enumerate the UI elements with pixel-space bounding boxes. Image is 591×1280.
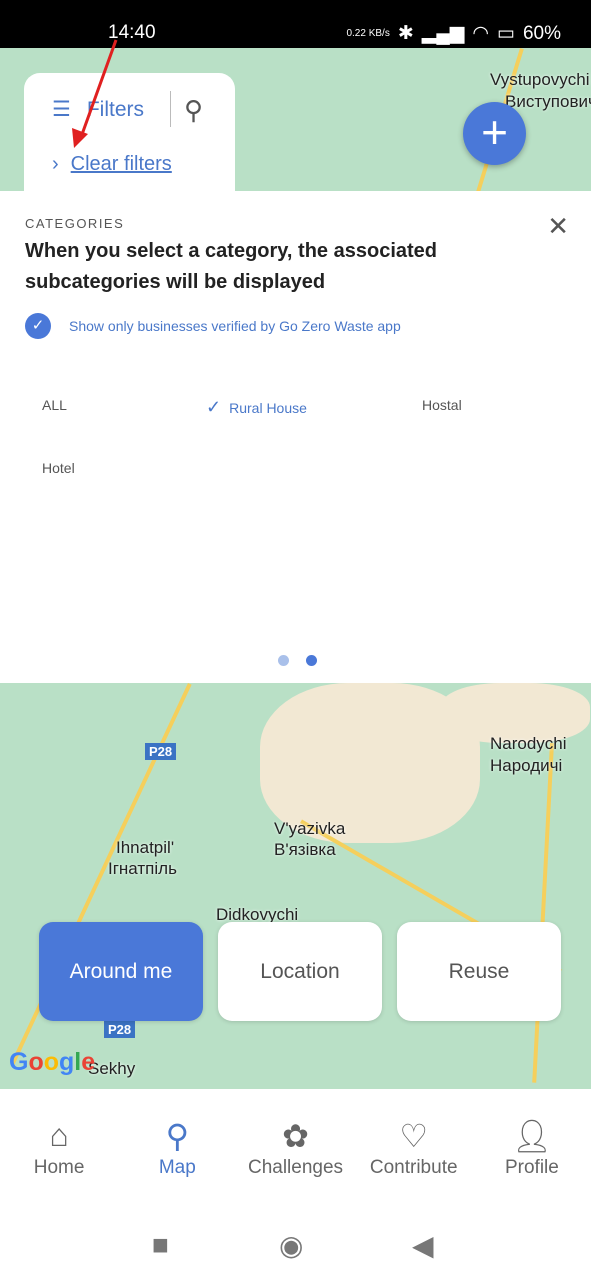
category-all[interactable]: ALL [42, 397, 67, 413]
bottom-nav: ⌂ Home ⚲ Map ✿ Challenges ♡ Contribute 👤︎ Pro… [0, 1089, 591, 1209]
google-logo: Google [9, 1048, 96, 1076]
map-label: Ігнатпіль [108, 859, 177, 878]
nav-contribute[interactable]: ♡ Contribute [355, 1089, 473, 1209]
location-button[interactable]: Location [218, 922, 382, 1021]
category-rural-house[interactable]: ✓ Rural House [206, 397, 307, 418]
badge-icon: ✿ [282, 1118, 309, 1154]
road-shield: P28 [104, 1021, 136, 1038]
panel-title: When you select a category, the associat… [25, 240, 437, 293]
nav-challenges[interactable]: ✿ Challenges [236, 1089, 354, 1209]
nav-label: Home [33, 1157, 85, 1178]
nav-label: Challenges [247, 1157, 344, 1178]
map[interactable]: P28 P28 Narodychi Народичі V'yazivka В'я… [0, 683, 591, 1089]
recents-icon[interactable]: ■ [152, 1229, 169, 1261]
person-icon: 👤︎ [511, 1118, 553, 1154]
road-shield: P28 [145, 743, 177, 760]
close-icon[interactable]: ✕ [547, 211, 569, 242]
nav-home[interactable]: ⌂ Home [0, 1089, 118, 1209]
reuse-button[interactable]: Reuse [397, 922, 561, 1021]
nav-label: Map [158, 1157, 196, 1178]
home-icon: ⌂ [49, 1117, 69, 1153]
nav-label: Contribute [369, 1157, 458, 1178]
home-circle-icon[interactable]: ◉ [279, 1229, 303, 1262]
search-icon: ⚲ [165, 1118, 190, 1154]
map-label: V'yazivka [274, 819, 346, 838]
page-indicator [278, 655, 317, 666]
page-dot[interactable] [278, 655, 289, 666]
map-label: В'язівка [274, 840, 336, 859]
map-label: Народичі [490, 756, 563, 775]
category-hostal[interactable]: Hostal [422, 397, 462, 413]
verified-toggle[interactable]: ✓ Show only businesses verified by Go Zer… [25, 313, 401, 339]
map-label: Narodychi [490, 734, 567, 753]
nav-map[interactable]: ⚲ Map [118, 1089, 236, 1209]
map-label: Ihnatpil' [116, 838, 175, 857]
annotation-arrow [72, 39, 118, 148]
categories-panel: CATEGORIES When you select a category, t… [0, 191, 591, 683]
nav-label: Profile [504, 1157, 559, 1178]
check-icon: ✓ [206, 397, 222, 417]
heart-icon: ♡ [399, 1118, 429, 1154]
back-icon[interactable]: ◀ [412, 1229, 434, 1262]
verified-check-icon: ✓ [25, 313, 51, 339]
nav-profile[interactable]: 👤︎ Profile [473, 1089, 591, 1209]
category-label: Rural House [229, 400, 307, 416]
system-nav-bar: ■ ◉ ◀ [0, 1209, 591, 1280]
categories-heading: CATEGORIES [25, 216, 125, 231]
verified-label: Show only businesses verified by Go Zero… [69, 318, 401, 334]
category-hotel[interactable]: Hotel [42, 460, 75, 476]
page-dot-active[interactable] [306, 655, 317, 666]
around-me-button[interactable]: Around me [39, 922, 203, 1021]
